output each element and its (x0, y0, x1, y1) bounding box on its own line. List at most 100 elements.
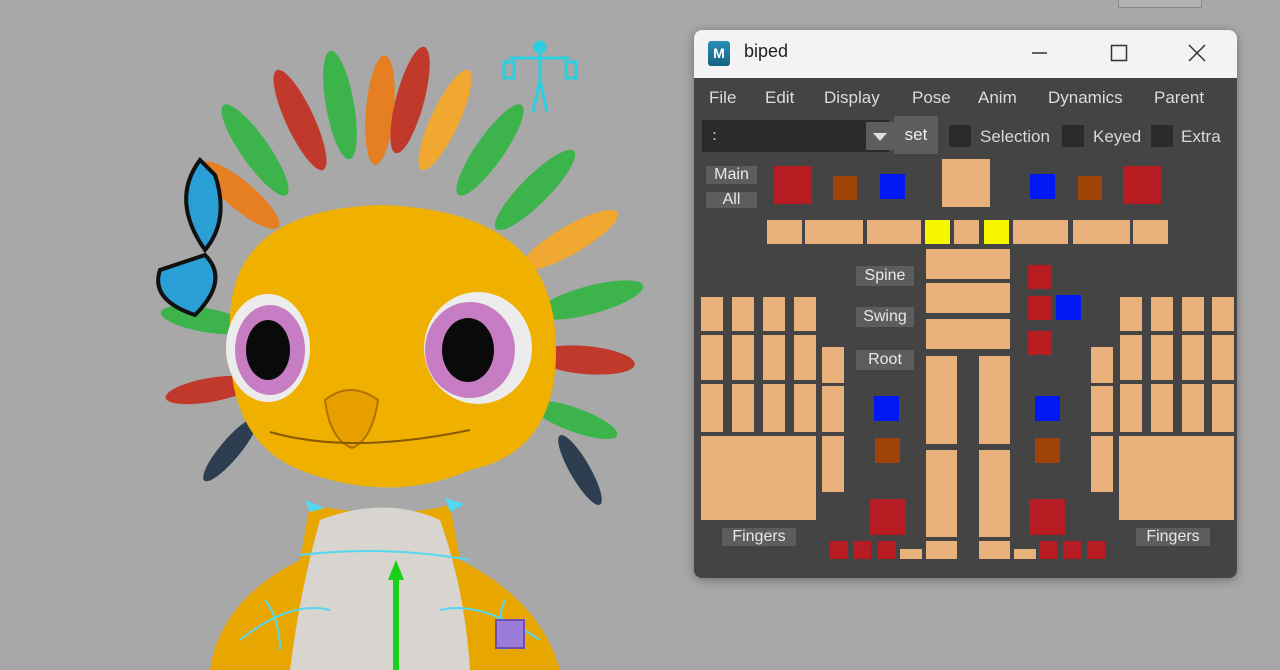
finger-left-3-tip[interactable] (1151, 297, 1173, 331)
finger-right-1-base[interactable] (701, 384, 723, 432)
fk-arm-right-control[interactable] (880, 174, 905, 199)
spine-ik-control-2[interactable] (1028, 296, 1052, 320)
waist-control[interactable] (926, 319, 1010, 349)
finger-right-3-tip[interactable] (763, 297, 785, 331)
menu-edit[interactable]: Edit (765, 88, 794, 108)
menu-anim[interactable]: Anim (978, 88, 1017, 108)
window-title: biped (744, 41, 789, 61)
menu-parent[interactable]: Parent (1154, 88, 1204, 108)
chevron-down-icon[interactable] (866, 122, 894, 150)
selection-checkbox[interactable] (949, 125, 971, 147)
knee-pole-right-control[interactable] (875, 438, 900, 463)
knee-left-control[interactable] (979, 450, 1010, 537)
shoulder-right-control[interactable] (867, 220, 921, 244)
finger-left-2-mid[interactable] (1182, 335, 1204, 380)
keyed-checkbox[interactable] (1062, 125, 1084, 147)
finger-left-4-base[interactable] (1120, 384, 1142, 432)
elbow-right-control[interactable] (805, 220, 863, 244)
menu-display[interactable]: Display (824, 88, 880, 108)
ik-leg-left-control[interactable] (1029, 499, 1065, 535)
fingers-right-button[interactable]: Fingers (722, 528, 796, 546)
foot-roll-right-2[interactable] (853, 541, 871, 559)
finger-left-4-tip[interactable] (1120, 297, 1142, 331)
hip-right-control[interactable] (926, 356, 957, 444)
finger-right-1-tip[interactable] (701, 297, 723, 331)
knee-pole-left-control[interactable] (1035, 438, 1060, 463)
title-bar[interactable]: M biped (694, 30, 1237, 78)
clavicle-right-control[interactable] (925, 220, 950, 244)
namespace-dropdown[interactable]: : (702, 120, 894, 152)
wrist-right-control[interactable] (767, 220, 802, 244)
finger-left-2-tip[interactable] (1182, 297, 1204, 331)
finger-right-3-base[interactable] (763, 384, 785, 432)
fingers-left-button[interactable]: Fingers (1136, 528, 1210, 546)
wrist-left-control[interactable] (1133, 220, 1168, 244)
all-button[interactable]: All (706, 192, 757, 208)
menu-file[interactable]: File (709, 88, 736, 108)
palm-left-control[interactable] (1119, 436, 1234, 520)
knee-right-control[interactable] (926, 450, 957, 537)
foot-roll-left-3[interactable] (1087, 541, 1105, 559)
foot-roll-left-1[interactable] (1039, 541, 1057, 559)
fk-leg-left-control[interactable] (1035, 396, 1060, 421)
spine-control[interactable] (926, 283, 1010, 313)
ik-leg-right-control[interactable] (870, 499, 906, 535)
elbow-pole-right-control[interactable] (833, 176, 857, 200)
finger-right-2-mid[interactable] (732, 335, 754, 380)
ik-arm-right-control[interactable] (774, 166, 812, 204)
finger-left-1-mid[interactable] (1212, 335, 1234, 380)
finger-right-4-tip[interactable] (794, 297, 816, 331)
finger-left-1-base[interactable] (1212, 384, 1234, 432)
finger-right-4-base[interactable] (794, 384, 816, 432)
extra-checkbox[interactable] (1151, 125, 1173, 147)
neck-control[interactable] (954, 220, 979, 244)
foot-roll-right-3[interactable] (878, 541, 896, 559)
finger-right-4-mid[interactable] (794, 335, 816, 380)
minimize-icon[interactable] (1016, 36, 1062, 70)
swing-button[interactable]: Swing (856, 307, 914, 327)
maximize-icon[interactable] (1096, 36, 1142, 70)
close-icon[interactable] (1174, 36, 1220, 70)
fk-leg-right-control[interactable] (874, 396, 899, 421)
clavicle-left-control[interactable] (984, 220, 1009, 244)
finger-right-3-mid[interactable] (763, 335, 785, 380)
elbow-pole-left-control[interactable] (1078, 176, 1102, 200)
finger-left-2-base[interactable] (1182, 384, 1204, 432)
spine-fk-control[interactable] (1056, 295, 1081, 320)
finger-left-3-base[interactable] (1151, 384, 1173, 432)
thumb-right-base[interactable] (822, 436, 844, 492)
finger-right-2-base[interactable] (732, 384, 754, 432)
menu-dynamics[interactable]: Dynamics (1048, 88, 1123, 108)
hip-left-control[interactable] (979, 356, 1010, 444)
root-button[interactable]: Root (856, 350, 914, 370)
fk-arm-left-control[interactable] (1030, 174, 1055, 199)
spine-ik-control-1[interactable] (1028, 265, 1052, 289)
head-control[interactable] (942, 159, 990, 207)
finger-left-3-mid[interactable] (1151, 335, 1173, 380)
shoulder-left-control[interactable] (1013, 220, 1068, 244)
ankle-right-control[interactable] (926, 541, 957, 559)
thumb-left-mid[interactable] (1091, 386, 1113, 432)
main-button[interactable]: Main (706, 166, 757, 184)
set-button[interactable]: set (894, 116, 938, 154)
foot-roll-left-2[interactable] (1063, 541, 1081, 559)
ankle-left-control[interactable] (979, 541, 1010, 559)
thumb-left-tip[interactable] (1091, 347, 1113, 383)
foot-roll-right-1[interactable] (830, 541, 848, 559)
spine-button[interactable]: Spine (856, 266, 914, 286)
finger-right-2-tip[interactable] (732, 297, 754, 331)
thumb-right-mid[interactable] (822, 386, 844, 432)
menu-pose[interactable]: Pose (912, 88, 951, 108)
toe-right-control[interactable] (900, 549, 922, 559)
thumb-left-base[interactable] (1091, 436, 1113, 492)
finger-left-1-tip[interactable] (1212, 297, 1234, 331)
ik-arm-left-control[interactable] (1123, 166, 1161, 204)
palm-right-control[interactable] (701, 436, 816, 520)
elbow-left-control[interactable] (1073, 220, 1130, 244)
thumb-right-tip[interactable] (822, 347, 844, 383)
toe-left-control[interactable] (1014, 549, 1036, 559)
finger-right-1-mid[interactable] (701, 335, 723, 380)
chest-control[interactable] (926, 249, 1010, 279)
spine-ik-control-3[interactable] (1028, 331, 1052, 355)
finger-left-4-mid[interactable] (1120, 335, 1142, 380)
